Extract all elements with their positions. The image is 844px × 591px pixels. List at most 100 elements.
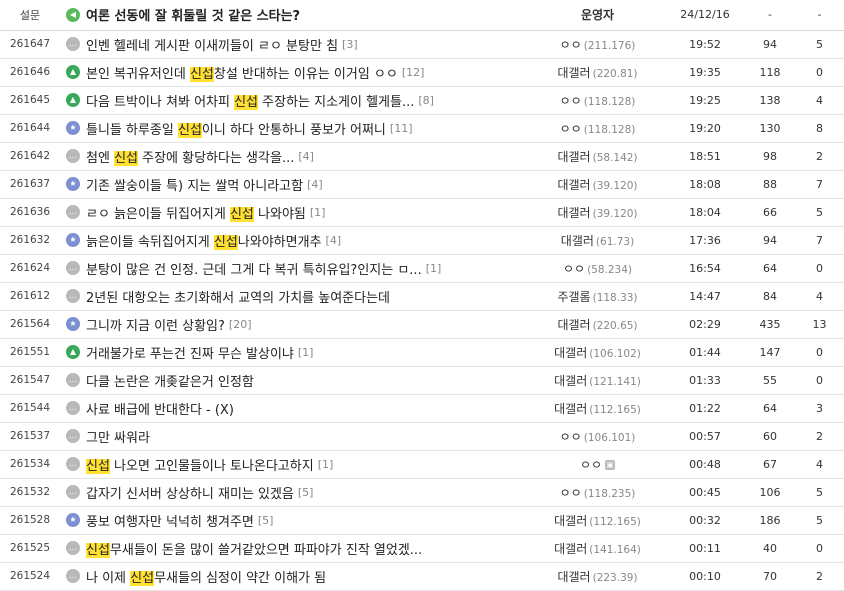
writer-nickname[interactable]: 대갤러: [557, 66, 590, 80]
writer-nickname[interactable]: ㅇㅇ: [563, 262, 585, 276]
post-writer[interactable]: ㅇㅇ (118.128): [530, 86, 665, 115]
post-row[interactable]: 261646 ▲ 본인 복귀유저인데 신섭창설 반대하는 이유는 이거임 ㅇㅇ [12…: [0, 58, 844, 87]
post-title-link[interactable]: 다음 트박이나 쳐봐 어차피 신섭 주장하는 지소게이 헬게틀...: [86, 94, 414, 110]
comment-count[interactable]: [5]: [298, 486, 314, 499]
post-title-link[interactable]: 늙은이들 속뒤집어지게 신섭나와야하면개추: [86, 234, 322, 250]
post-title-link[interactable]: 다클 논란은 개좆같은거 인정함: [86, 375, 254, 390]
post-title-link[interactable]: 거래불가로 푸는건 진짜 무슨 발상이냐: [86, 347, 294, 362]
writer-nickname[interactable]: 대갤러: [554, 514, 587, 528]
post-title-cell[interactable]: … 그만 싸워라: [60, 422, 530, 451]
comment-count[interactable]: [12]: [402, 66, 425, 79]
writer-nickname[interactable]: 대갤러: [561, 234, 594, 248]
writer-nickname[interactable]: ㅇㅇ: [560, 38, 582, 52]
post-writer[interactable]: ㅇㅇ (118.128): [530, 114, 665, 143]
comment-count[interactable]: [1]: [426, 262, 442, 275]
post-title-link[interactable]: 신섭무새들이 돈을 많이 쓸거같았으면 파파야가 진작 열었겠...: [86, 542, 422, 558]
post-row[interactable]: 261532 … 갑자기 신서버 상상하니 재미는 있겠음 [5] ㅇㅇ (118.235…: [0, 478, 844, 507]
post-title-link[interactable]: 그니까 지금 이런 상황임?: [86, 319, 225, 334]
writer-nickname[interactable]: 주갤롬: [557, 290, 590, 304]
post-row[interactable]: 261551 ▲ 거래불가로 푸는건 진짜 무슨 발상이냐 [1] 대갤러 (106.10…: [0, 338, 844, 367]
post-title-link[interactable]: 사료 배급에 반대한다 - (X): [86, 403, 234, 418]
writer-nickname[interactable]: 대갤러: [554, 374, 587, 388]
post-title-cell[interactable]: … 인벤 헬레네 게시판 이새끼들이 ㄹㅇ 분탕만 침 [3]: [60, 30, 530, 59]
post-writer[interactable]: 대갤러 (39.120): [530, 170, 665, 199]
post-writer[interactable]: ㅇㅇ (118.235): [530, 478, 665, 507]
post-title-cell[interactable]: … ㄹㅇ 늙은이들 뒤집어지게 신섭 나와야됨 [1]: [60, 198, 530, 227]
post-writer[interactable]: 대갤러 (141.164): [530, 534, 665, 563]
comment-count[interactable]: [20]: [229, 318, 252, 331]
writer-nickname[interactable]: 대갤러: [554, 346, 587, 360]
post-row[interactable]: 261534… 신섭 나오면 고인물들이나 토나온다고하지 [1] ㅇㅇ ▣ 00:48 6…: [0, 450, 844, 479]
writer-nickname[interactable]: 대갤러: [557, 206, 590, 220]
post-title-link[interactable]: 나 이제 신섭무새들의 심정이 약간 이해가 됨: [86, 570, 326, 586]
post-writer[interactable]: 대갤러 (220.65): [530, 310, 665, 339]
post-title-link[interactable]: ㄹㅇ 늙은이들 뒤집어지게 신섭 나와야됨: [86, 206, 306, 222]
writer-nickname[interactable]: 대갤러: [557, 318, 590, 332]
post-title-cell[interactable]: … 갑자기 신서버 상상하니 재미는 있겠음 [5]: [60, 478, 530, 507]
writer-nickname[interactable]: 대갤러: [554, 542, 587, 556]
post-title-link[interactable]: 기존 쌀숭이들 특) 지는 쌀먹 아니라고함: [86, 179, 303, 194]
post-writer[interactable]: 대갤러 (61.73): [530, 226, 665, 255]
post-row[interactable]: 261624 … 분탕이 많은 건 인정. 근데 그게 다 복귀 특히유입?인지는 …: [0, 254, 844, 283]
comment-count[interactable]: [8]: [418, 94, 434, 107]
comment-count[interactable]: [11]: [390, 122, 413, 135]
writer-nickname[interactable]: 대갤러: [554, 402, 587, 416]
comment-count[interactable]: [3]: [342, 38, 358, 51]
post-row[interactable]: 261524 … 나 이제 신섭무새들의 심정이 약간 이해가 됨 대갤러 (223.3…: [0, 562, 844, 591]
post-title-cell[interactable]: … 다클 논란은 개좆같은거 인정함: [60, 366, 530, 395]
comment-count[interactable]: [4]: [307, 178, 323, 191]
post-row[interactable]: 261528 ★ 풍보 여행자만 넉넉히 챙겨주면 [5] 대갤러 (112.165) 00…: [0, 506, 844, 535]
post-writer[interactable]: ㅇㅇ (211.176): [530, 30, 665, 59]
post-title-link[interactable]: 인벤 헬레네 게시판 이새끼들이 ㄹㅇ 분탕만 침: [86, 39, 338, 54]
post-title-cell[interactable]: … 첨엔 신섭 주장에 황당하다는 생각을... [4]: [60, 142, 530, 171]
post-title-cell[interactable]: ★ 풍보 여행자만 넉넉히 챙겨주면 [5]: [60, 506, 530, 535]
post-title-link[interactable]: 본인 복귀유저인데 신섭창설 반대하는 이유는 이거임 ㅇㅇ: [86, 66, 398, 82]
post-writer[interactable]: 대갤러 (112.165): [530, 506, 665, 535]
post-writer[interactable]: 대갤러 (223.39): [530, 562, 665, 591]
post-title-cell[interactable]: … 2년된 대항오는 초기화해서 교역의 가치를 높여준다는데: [60, 282, 530, 311]
post-title-cell[interactable]: … 나 이제 신섭무새들의 심정이 약간 이해가 됨: [60, 562, 530, 591]
post-title-cell[interactable]: ▲ 본인 복귀유저인데 신섭창설 반대하는 이유는 이거임 ㅇㅇ [12]: [60, 58, 530, 87]
post-title-cell[interactable]: ▲ 다음 트박이나 쳐봐 어차피 신섭 주장하는 지소게이 헬게틀... [8]: [60, 86, 530, 115]
post-title-link[interactable]: 첨엔 신섭 주장에 황당하다는 생각을...: [86, 150, 294, 166]
writer-nickname[interactable]: ㅇㅇ: [560, 94, 582, 108]
post-row[interactable]: 261525 … 신섭무새들이 돈을 많이 쓸거같았으면 파파야가 진작 열었겠..…: [0, 534, 844, 563]
writer-nickname[interactable]: 대갤러: [557, 570, 590, 584]
comment-count[interactable]: [4]: [298, 150, 314, 163]
post-writer[interactable]: 대갤러 (112.165): [530, 394, 665, 423]
writer-nickname[interactable]: ㅇㅇ: [580, 458, 602, 472]
post-title-link[interactable]: 틀니들 하루종일 신섭이니 하다 안통하니 풍보가 어쩌니: [86, 122, 386, 138]
post-row[interactable]: 261637 ★ 기존 쌀숭이들 특) 지는 쌀먹 아니라고함 [4] 대갤러 (39.1…: [0, 170, 844, 199]
post-row[interactable]: 261632 ★ 늙은이들 속뒤집어지게 신섭나와야하면개추 [4] 대갤러 (61.73…: [0, 226, 844, 255]
post-writer[interactable]: 주갤롬 (118.33): [530, 282, 665, 311]
comment-count[interactable]: [1]: [298, 346, 314, 359]
post-title-cell[interactable]: ★ 기존 쌀숭이들 특) 지는 쌀먹 아니라고함 [4]: [60, 170, 530, 199]
post-writer[interactable]: 대갤러 (58.142): [530, 142, 665, 171]
post-title-link[interactable]: 2년된 대항오는 초기화해서 교역의 가치를 높여준다는데: [86, 291, 390, 306]
post-row[interactable]: 261642 … 첨엔 신섭 주장에 황당하다는 생각을... [4] 대갤러 (58.1…: [0, 142, 844, 171]
notice-writer[interactable]: 운영자: [530, 0, 665, 31]
writer-nickname[interactable]: ㅇㅇ: [560, 122, 582, 136]
post-row[interactable]: 261544… 사료 배급에 반대한다 - (X) 대갤러 (112.165) 01:2…: [0, 394, 844, 423]
post-writer[interactable]: 대갤러 (121.141): [530, 366, 665, 395]
post-row[interactable]: 261647 … 인벤 헬레네 게시판 이새끼들이 ㄹㅇ 분탕만 침 [3] ㅇㅇ (21…: [0, 30, 844, 59]
notice-row[interactable]: 설문 ◀ 여론 선동에 잘 휘둘릴 것 같은 스타는? 운영자 24/12/16 …: [0, 0, 844, 31]
post-writer[interactable]: 대갤러 (106.102): [530, 338, 665, 367]
comment-count[interactable]: [1]: [310, 206, 326, 219]
post-writer[interactable]: 대갤러 (220.81): [530, 58, 665, 87]
post-writer[interactable]: ㅇㅇ (106.101): [530, 422, 665, 451]
post-title-cell[interactable]: … 신섭무새들이 돈을 많이 쓸거같았으면 파파야가 진작 열었겠...: [60, 534, 530, 563]
post-title-link[interactable]: 분탕이 많은 건 인정. 근데 그게 다 복귀 특히유입?인지는 ㅁ...: [86, 263, 422, 278]
comment-count[interactable]: [4]: [326, 234, 342, 247]
notice-title[interactable]: 여론 선동에 잘 휘둘릴 것 같은 스타는?: [86, 9, 300, 24]
post-title-link[interactable]: 갑자기 신서버 상상하니 재미는 있겠음: [86, 487, 294, 502]
post-title-link[interactable]: 풍보 여행자만 넉넉히 챙겨주면: [86, 515, 254, 530]
writer-nickname[interactable]: ㅇㅇ: [560, 486, 582, 500]
post-row[interactable]: 261636 … ㄹㅇ 늙은이들 뒤집어지게 신섭 나와야됨 [1] 대갤러 (39.12…: [0, 198, 844, 227]
post-writer[interactable]: ㅇㅇ (58.234): [530, 254, 665, 283]
post-writer[interactable]: ㅇㅇ ▣: [530, 450, 665, 479]
post-writer[interactable]: 대갤러 (39.120): [530, 198, 665, 227]
writer-nickname[interactable]: 대갤러: [557, 178, 590, 192]
post-row[interactable]: 261612 … 2년된 대항오는 초기화해서 교역의 가치를 높여준다는데 주갤롬(…: [0, 282, 844, 311]
post-title-cell[interactable]: … 신섭 나오면 고인물들이나 토나온다고하지 [1]: [60, 450, 530, 479]
